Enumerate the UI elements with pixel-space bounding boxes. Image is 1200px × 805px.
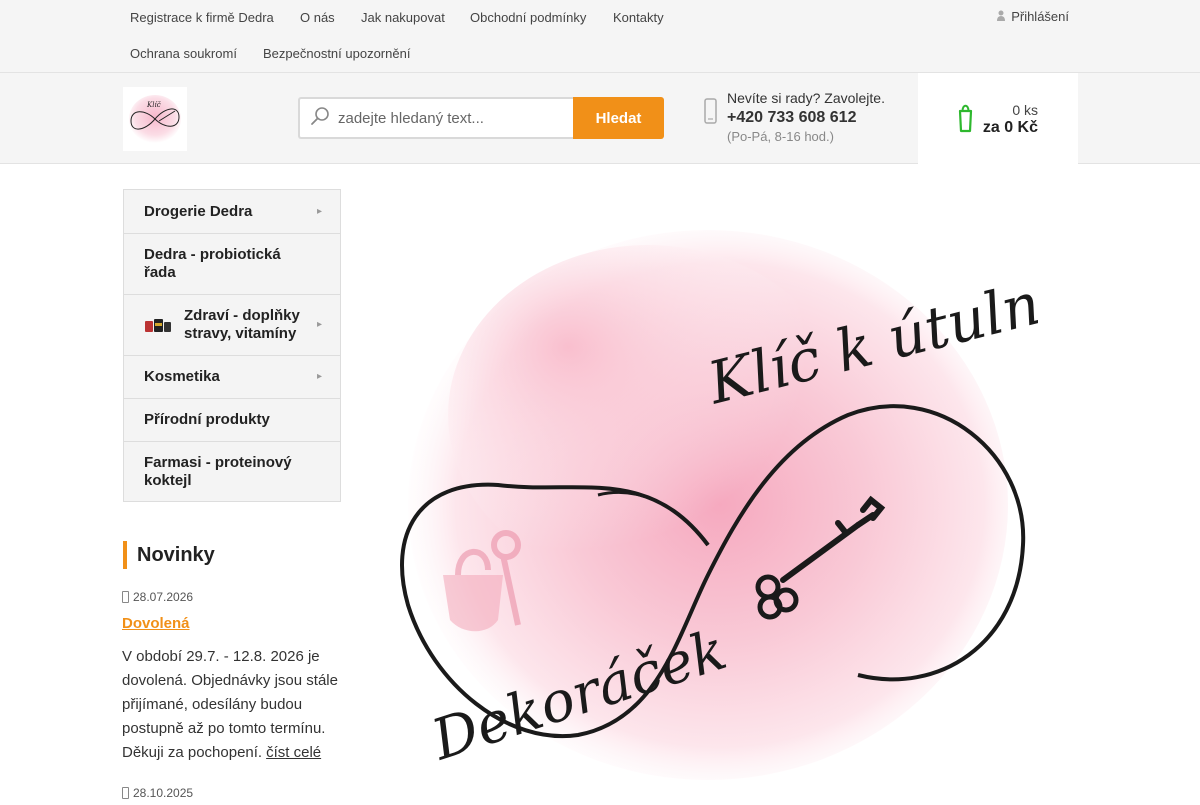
nav-link-bezpecnostni-upozorneni[interactable]: Bezpečnostní upozornění	[263, 46, 410, 61]
search-input[interactable]	[338, 109, 573, 127]
category-item-kosmetika[interactable]: Kosmetika ▸	[124, 355, 340, 398]
cart-icon	[958, 101, 973, 138]
nav-link-obchodni-podminky[interactable]: Obchodní podmínky	[470, 10, 586, 25]
login-label: Přihlášení	[1011, 9, 1069, 24]
category-item-drogerie-dedra[interactable]: Drogerie Dedra ▸	[124, 190, 340, 233]
category-label: Kosmetika	[144, 368, 220, 385]
user-icon	[997, 10, 1006, 24]
read-more-link[interactable]: číst celé	[266, 744, 321, 761]
top-bar: Registrace k firmě Dedra O nás Jak nakup…	[0, 0, 1200, 73]
shop-logo[interactable]: Klíč	[123, 87, 187, 151]
nav-link-registrace[interactable]: Registrace k firmě Dedra	[130, 10, 274, 25]
chevron-right-icon: ▸	[316, 205, 322, 217]
cart-total: za 0 Kč	[982, 119, 1038, 136]
hero-banner[interactable]: Klíč k útulnému domovu Dekoráček	[378, 178, 1200, 800]
chevron-right-icon: ▸	[316, 319, 322, 330]
category-label: Farmasi - proteinový koktejl	[144, 453, 292, 489]
news-date: 28.10.2025	[122, 786, 193, 800]
category-item-dedra-probioticka[interactable]: Dedra - probiotická řada	[124, 233, 340, 294]
category-label: Drogerie Dedra	[144, 202, 253, 220]
calendar-icon	[122, 591, 129, 603]
news-heading: Novinky	[123, 541, 215, 569]
supplement-thumbnail-icon	[144, 315, 172, 335]
search-field	[298, 97, 573, 139]
category-item-prirodni-produkty[interactable]: Přírodní produkty	[124, 398, 340, 441]
category-item-zdravi[interactable]: Zdraví - doplňky stravy, vitamíny ▸	[124, 294, 340, 355]
category-menu: Drogerie Dedra ▸ Dedra - probiotická řad…	[123, 189, 341, 502]
category-item-farmasi[interactable]: Farmasi - proteinový koktejl	[124, 441, 340, 501]
phone-icon	[704, 98, 717, 124]
category-label: Zdraví - doplňky stravy, vitamíny	[184, 307, 300, 342]
cart-widget[interactable]: 0 ks za 0 Kč	[918, 73, 1078, 164]
news-date: 28.07.2026	[122, 590, 193, 604]
login-link[interactable]: Přihlášení	[997, 9, 1069, 24]
nav-link-ochrana-soukromi[interactable]: Ochrana soukromí	[130, 46, 237, 61]
nav-link-o-nas[interactable]: O nás	[300, 10, 335, 25]
search-button[interactable]: Hledat	[573, 97, 664, 139]
nav-link-kontakty[interactable]: Kontakty	[613, 10, 664, 25]
contact-phone[interactable]: +420 733 608 612	[727, 109, 885, 127]
chevron-right-icon: ▸	[316, 371, 322, 382]
category-label: Přírodní produkty	[144, 411, 270, 428]
search-icon	[310, 106, 330, 131]
search-bar: Hledat	[298, 97, 664, 139]
cart-count: 0 ks	[1012, 102, 1038, 118]
nav-link-jak-nakupovat[interactable]: Jak nakupovat	[361, 10, 445, 25]
header: Klíč Hledat Nevíte si rady? Zavolejte. +…	[0, 73, 1200, 164]
contact-hours: (Po-Pá, 8-16 hod.)	[727, 129, 834, 144]
news-text: V období 29.7. - 12.8. 2026 je dovolená.…	[122, 648, 338, 761]
category-label: Dedra - probiotická řada	[144, 246, 281, 281]
svg-text:Klíč: Klíč	[146, 101, 161, 109]
contact-question: Nevíte si rady? Zavolejte.	[727, 90, 885, 106]
calendar-icon	[122, 787, 129, 799]
news-title-link[interactable]: Dovolená	[122, 615, 190, 632]
